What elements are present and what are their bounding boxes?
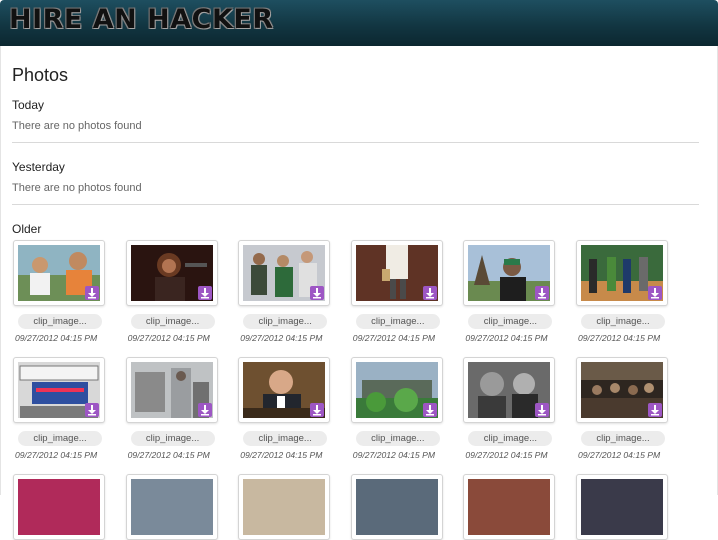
photo-thumbnail[interactable] [125, 474, 218, 540]
photo-name-button[interactable]: clip_image... [130, 431, 215, 446]
section-title-older: Older [12, 222, 42, 236]
photo-thumbnail[interactable] [576, 240, 668, 306]
photo-thumbnail[interactable] [463, 474, 556, 540]
photo-date: 09/27/2012 04:15 PM [578, 450, 661, 460]
photo-card[interactable]: clip_image... 09/27/2012 04:15 PM [238, 357, 331, 467]
photo-grid: clip_image... 09/27/2012 04:15 PM clip_ima… [13, 240, 713, 540]
photo-date: 09/27/2012 04:15 PM [352, 450, 435, 460]
photo-card[interactable]: clip_image... 09/27/2012 04:15 PM [576, 357, 668, 467]
photo-name-button[interactable]: clip_image... [130, 314, 215, 329]
photo-thumbnail[interactable] [350, 240, 443, 306]
download-icon[interactable] [535, 286, 550, 300]
photo-thumbnail[interactable] [125, 357, 218, 423]
photo-name-button[interactable]: clip_image... [18, 314, 102, 329]
photo-card[interactable] [13, 474, 105, 540]
photo-thumbnail[interactable] [125, 240, 218, 306]
photo-card[interactable] [238, 474, 331, 540]
download-icon[interactable] [422, 403, 437, 417]
section-title-yesterday: Yesterday [12, 160, 65, 174]
download-icon[interactable] [310, 403, 325, 417]
photo-image [355, 479, 438, 535]
photo-name-button[interactable]: clip_image... [581, 314, 665, 329]
photo-card[interactable] [125, 474, 218, 540]
download-icon[interactable] [535, 403, 550, 417]
photo-thumbnail[interactable] [463, 357, 556, 423]
photo-name-button[interactable]: clip_image... [355, 314, 440, 329]
section-divider [12, 204, 699, 205]
photo-card[interactable] [576, 474, 668, 540]
photo-thumbnail[interactable] [576, 474, 668, 540]
photo-card[interactable]: clip_image... 09/27/2012 04:15 PM [463, 240, 556, 350]
main-content: Photos Today There are no photos found Y… [0, 46, 718, 540]
photo-thumbnail[interactable] [350, 474, 443, 540]
download-icon[interactable] [648, 286, 662, 300]
download-icon[interactable] [197, 403, 212, 417]
section-divider [12, 142, 699, 143]
photo-card[interactable]: clip_image... 09/27/2012 04:15 PM [350, 357, 443, 467]
today-empty-message: There are no photos found [12, 120, 142, 132]
photo-image [18, 479, 100, 535]
photo-image [243, 479, 326, 535]
page-title: Photos [12, 65, 69, 85]
photo-card[interactable]: clip_image... 09/27/2012 04:15 PM [13, 240, 105, 350]
yesterday-empty-message: There are no photos found [12, 182, 142, 194]
photo-name-button[interactable]: clip_image... [243, 314, 328, 329]
photo-date: 09/27/2012 04:15 PM [352, 333, 435, 343]
download-icon[interactable] [310, 286, 325, 300]
photo-image [130, 479, 213, 535]
photo-card[interactable] [463, 474, 556, 540]
photo-card[interactable]: clip_image... 09/27/2012 04:15 PM [125, 357, 218, 467]
download-icon[interactable] [85, 403, 99, 417]
photo-name-button[interactable]: clip_image... [581, 431, 665, 446]
photo-thumbnail[interactable] [13, 357, 105, 423]
download-icon[interactable] [422, 286, 437, 300]
photo-card[interactable] [350, 474, 443, 540]
site-logo[interactable]: HIRE AN HACKER [9, 4, 274, 35]
download-icon[interactable] [197, 286, 212, 300]
photo-image [468, 479, 551, 535]
photo-date: 09/27/2012 04:15 PM [240, 450, 323, 460]
photo-thumbnail[interactable] [576, 357, 668, 423]
photo-thumbnail[interactable] [238, 240, 331, 306]
photo-thumbnail[interactable] [13, 240, 105, 306]
photo-name-button[interactable]: clip_image... [18, 431, 102, 446]
photo-card[interactable]: clip_image... 09/27/2012 04:15 PM [350, 240, 443, 350]
photo-date: 09/27/2012 04:15 PM [15, 333, 98, 343]
photo-card[interactable]: clip_image... 09/27/2012 04:15 PM [238, 240, 331, 350]
photo-card[interactable]: clip_image... 09/27/2012 04:15 PM [463, 357, 556, 467]
photo-date: 09/27/2012 04:15 PM [465, 450, 548, 460]
photo-date: 09/27/2012 04:15 PM [15, 450, 98, 460]
photo-name-button[interactable]: clip_image... [468, 314, 553, 329]
photo-card[interactable]: clip_image... 09/27/2012 04:15 PM [125, 240, 218, 350]
photo-date: 09/27/2012 04:15 PM [127, 333, 210, 343]
photo-image [581, 479, 663, 535]
photo-date: 09/27/2012 04:15 PM [465, 333, 548, 343]
photo-name-button[interactable]: clip_image... [468, 431, 553, 446]
photo-thumbnail[interactable] [238, 474, 331, 540]
photo-date: 09/27/2012 04:15 PM [578, 333, 661, 343]
photo-thumbnail[interactable] [463, 240, 556, 306]
photo-date: 09/27/2012 04:15 PM [127, 450, 210, 460]
photo-card[interactable]: clip_image... 09/27/2012 04:15 PM [13, 357, 105, 467]
photo-thumbnail[interactable] [238, 357, 331, 423]
app-header: HIRE AN HACKER [0, 0, 718, 46]
photo-thumbnail[interactable] [13, 474, 105, 540]
section-title-today: Today [12, 98, 45, 112]
photo-card[interactable]: clip_image... 09/27/2012 04:15 PM [576, 240, 668, 350]
photo-thumbnail[interactable] [350, 357, 443, 423]
photo-date: 09/27/2012 04:15 PM [240, 333, 323, 343]
photo-name-button[interactable]: clip_image... [243, 431, 328, 446]
download-icon[interactable] [85, 286, 99, 300]
download-icon[interactable] [648, 403, 662, 417]
photo-name-button[interactable]: clip_image... [355, 431, 440, 446]
